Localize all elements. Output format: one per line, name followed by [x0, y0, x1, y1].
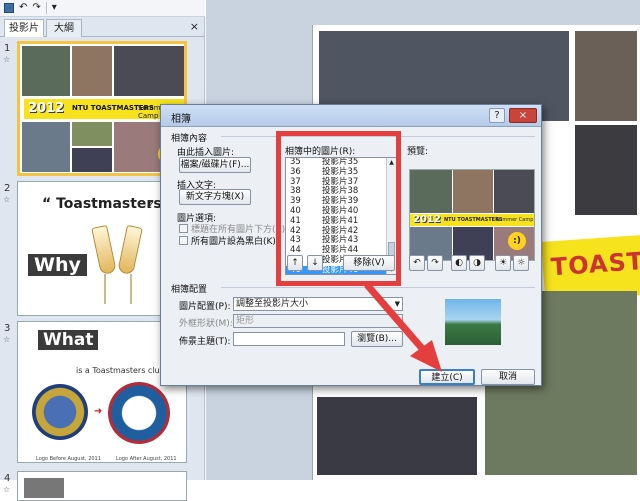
- slide-star-icon: ☆: [3, 55, 11, 64]
- caption-below-checkbox[interactable]: [179, 224, 188, 233]
- banner-year: 2012: [28, 101, 65, 116]
- champagne-glass-icon: [117, 224, 143, 276]
- album-content-label: 相簿內容: [171, 134, 208, 144]
- contrast-down-icon[interactable]: ◑: [469, 255, 485, 271]
- annotation-highlight-box: [276, 131, 401, 286]
- frame-shape-label: 外框形狀(M):: [179, 319, 233, 329]
- chevron-down-icon: ▼: [394, 317, 400, 325]
- save-icon[interactable]: [4, 3, 14, 13]
- photo: [22, 46, 70, 96]
- photo: [494, 170, 534, 213]
- photo: [453, 170, 493, 213]
- glass-stem: [130, 274, 132, 304]
- black-white-label: 所有圖片設為黑白(K): [191, 237, 276, 247]
- slide-number: 1: [4, 43, 11, 54]
- new-toastmasters-logo: [108, 382, 170, 444]
- customize-toolbar-icon[interactable]: ▾: [52, 1, 57, 15]
- contrast-up-icon[interactable]: ◐: [451, 255, 467, 271]
- arrow-right-icon: ➜: [94, 406, 103, 417]
- preview-label: 預覽:: [407, 147, 429, 157]
- logo-caption: Logo Before August, 2011: [36, 456, 101, 462]
- album-layout-label: 相簿配置: [171, 285, 208, 295]
- photo: [410, 170, 452, 213]
- toolbar-separator: [45, 2, 47, 14]
- logo-caption: Logo After August, 2011: [116, 456, 177, 462]
- theme-input[interactable]: [233, 332, 345, 346]
- new-textbox-button[interactable]: 新文字方塊(X): [179, 189, 251, 205]
- slide-thumbnail-4[interactable]: [17, 471, 187, 501]
- picture-layout-select[interactable]: 調整至投影片大小 ▼: [233, 297, 403, 311]
- photo: [317, 397, 477, 475]
- black-white-checkbox[interactable]: [179, 236, 188, 245]
- theme-label: 佈景主題(T):: [179, 337, 231, 347]
- photo: [114, 46, 184, 96]
- photo: [72, 148, 112, 172]
- preview-club: NTU TOASTMASTERS: [444, 217, 503, 223]
- divider: [221, 287, 535, 288]
- preview-image: 2012 NTU TOASTMASTERS Summer Camp :): [409, 169, 535, 261]
- picture-layout-label: 圖片配置(P):: [179, 302, 231, 312]
- help-button[interactable]: ?: [489, 108, 505, 123]
- pane-tabs: 投影片 大綱 ×: [0, 17, 205, 37]
- slide-keyword: Why: [28, 254, 87, 276]
- slide-star-icon: ☆: [3, 195, 11, 204]
- create-button[interactable]: 建立(C): [419, 369, 475, 385]
- photo: [72, 46, 112, 96]
- photo: [575, 31, 637, 121]
- slide-number: 2: [4, 183, 11, 194]
- photo: [24, 478, 64, 498]
- slide-subtitle: is a Toastmasters club: [76, 366, 165, 375]
- rotate-left-icon[interactable]: ↶: [409, 255, 425, 271]
- brightness-up-icon[interactable]: ☀: [495, 255, 511, 271]
- dialog-title-bar[interactable]: 相簿 ? ×: [161, 105, 541, 127]
- layout-thumbnail: [445, 299, 501, 345]
- redo-icon[interactable]: ↷: [32, 1, 40, 15]
- glass-stem: [104, 274, 106, 304]
- dialog-title: 相簿: [171, 114, 191, 125]
- brightness-down-icon[interactable]: ☼: [513, 255, 529, 271]
- close-button[interactable]: ×: [509, 108, 537, 123]
- tab-outline[interactable]: 大綱: [46, 19, 82, 37]
- champagne-glass-icon: [91, 224, 117, 276]
- preview-year: 2012: [413, 214, 441, 225]
- photo: [575, 125, 637, 215]
- slide-star-icon: ☆: [3, 335, 11, 344]
- banner-text: TOASTMASTERS: [549, 237, 640, 282]
- slide-title: “ Toastmasters: [42, 196, 162, 212]
- frame-shape-value: 矩形: [236, 316, 255, 326]
- picture-layout-value: 調整至投影片大小: [236, 299, 309, 309]
- slide-star-icon: ☆: [3, 485, 11, 494]
- slide-number: 3: [4, 323, 11, 334]
- chevron-down-icon: ▼: [394, 300, 400, 308]
- browse-button[interactable]: 瀏覽(B)...: [351, 331, 403, 347]
- close-pane-icon[interactable]: ×: [190, 20, 199, 33]
- quick-access-toolbar: ↶ ↷ ▾: [0, 0, 205, 17]
- slide-number: 4: [4, 473, 11, 484]
- smiley-icon: :): [508, 232, 526, 250]
- photo: [22, 122, 70, 172]
- rotate-right-icon[interactable]: ↷: [427, 255, 443, 271]
- question-mark: ?: [148, 198, 154, 211]
- photo: [72, 122, 112, 146]
- frame-shape-select[interactable]: 矩形 ▼: [233, 314, 403, 328]
- old-toastmasters-logo: [32, 384, 88, 440]
- cancel-button[interactable]: 取消: [481, 369, 535, 385]
- undo-icon[interactable]: ↶: [19, 1, 27, 15]
- file-disk-button[interactable]: 檔案/磁碟片(F)...: [179, 157, 251, 173]
- tab-slides[interactable]: 投影片: [4, 19, 44, 37]
- preview-camp: Summer Camp: [496, 217, 534, 223]
- slide-keyword: What: [38, 330, 99, 350]
